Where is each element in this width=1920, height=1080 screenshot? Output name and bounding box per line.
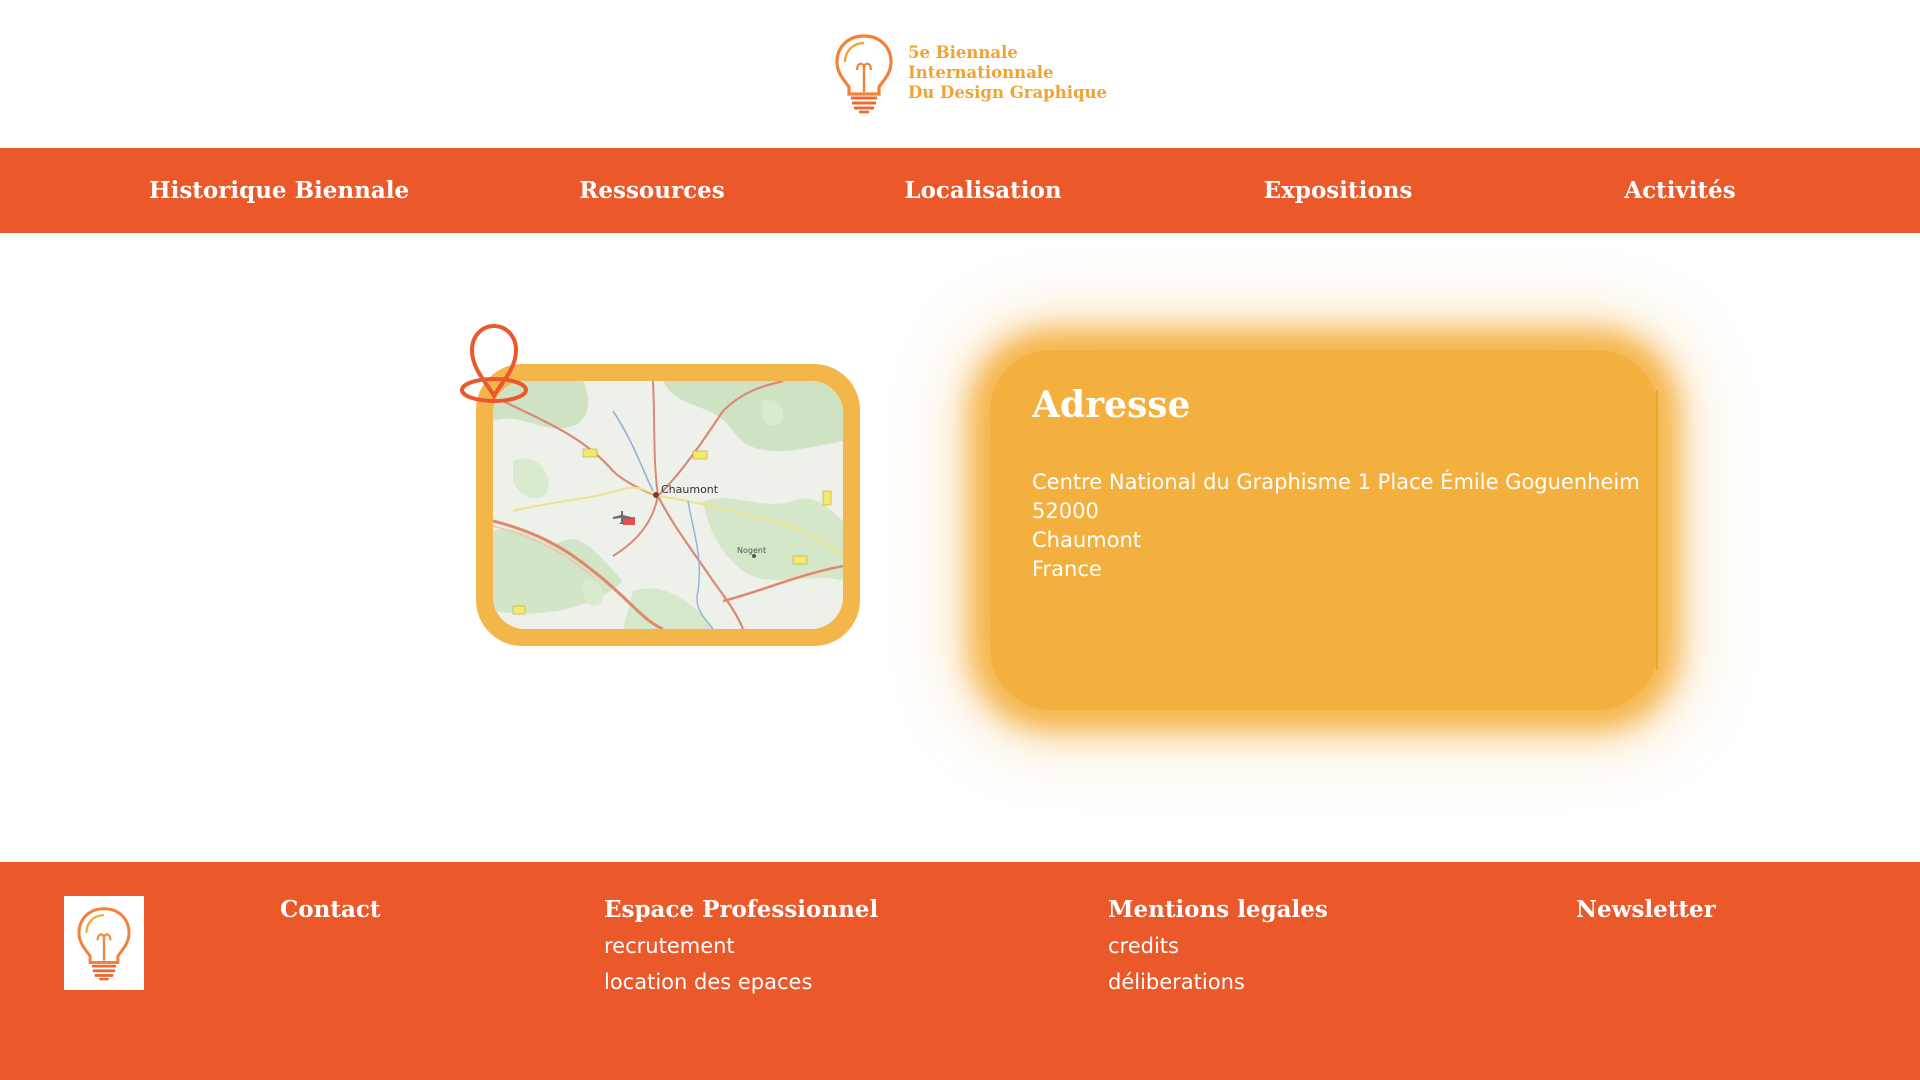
address-line-city: Chaumont bbox=[1032, 528, 1141, 552]
address-text: Centre National du Graphisme 1 Place Émi… bbox=[1032, 468, 1640, 584]
address-card: Adresse Centre National du Graphisme 1 P… bbox=[990, 350, 1658, 710]
footer-logo[interactable] bbox=[64, 896, 144, 990]
footer-espace-professionnel-heading[interactable]: Espace Professionnel bbox=[604, 896, 878, 923]
footer-link-location-des-epaces[interactable]: location des epaces bbox=[604, 970, 812, 994]
address-line-street: Centre National du Graphisme 1 Place Émi… bbox=[1032, 470, 1640, 494]
map-pin-icon bbox=[460, 323, 528, 403]
map-card[interactable]: Chaumont Nogent bbox=[476, 364, 860, 646]
footer-contact-link[interactable]: Contact bbox=[280, 896, 381, 923]
site-logo[interactable]: 5e Biennale Internationnale Du Design Gr… bbox=[834, 32, 1107, 114]
map-town-label: Nogent bbox=[737, 546, 766, 555]
map-image: Chaumont Nogent bbox=[493, 381, 843, 629]
footer-link-deliberations[interactable]: déliberations bbox=[1108, 970, 1245, 994]
map-city-label: Chaumont bbox=[661, 483, 719, 496]
footer-mentions-legales-heading[interactable]: Mentions legales bbox=[1108, 896, 1328, 923]
main-nav: Historique Biennale Ressources Localisat… bbox=[0, 148, 1920, 233]
nav-item-activites[interactable]: Activités bbox=[1598, 148, 1762, 233]
footer-newsletter-link[interactable]: Newsletter bbox=[1576, 896, 1716, 923]
address-title: Adresse bbox=[1032, 384, 1191, 426]
site-title: 5e Biennale Internationnale Du Design Gr… bbox=[908, 43, 1107, 103]
nav-item-localisation[interactable]: Localisation bbox=[874, 148, 1092, 233]
map-view[interactable]: Chaumont Nogent bbox=[493, 381, 843, 629]
site-title-line-2: Internationnale bbox=[908, 63, 1054, 82]
nav-item-ressources[interactable]: Ressources bbox=[546, 148, 758, 233]
address-line-postcode: 52000 bbox=[1032, 499, 1099, 523]
nav-item-historique-biennale[interactable]: Historique Biennale bbox=[120, 148, 438, 233]
lightbulb-icon bbox=[835, 34, 893, 114]
site-footer: Contact Espace Professionnel recrutement… bbox=[0, 862, 1920, 1080]
lightbulb-icon bbox=[77, 907, 131, 981]
address-line-country: France bbox=[1032, 557, 1102, 581]
footer-link-credits[interactable]: credits bbox=[1108, 934, 1179, 958]
nav-item-expositions[interactable]: Expositions bbox=[1238, 148, 1438, 233]
footer-link-recrutement[interactable]: recrutement bbox=[604, 934, 735, 958]
site-title-line-3: Du Design Graphique bbox=[908, 83, 1107, 102]
site-title-line-1: 5e Biennale bbox=[908, 43, 1018, 62]
